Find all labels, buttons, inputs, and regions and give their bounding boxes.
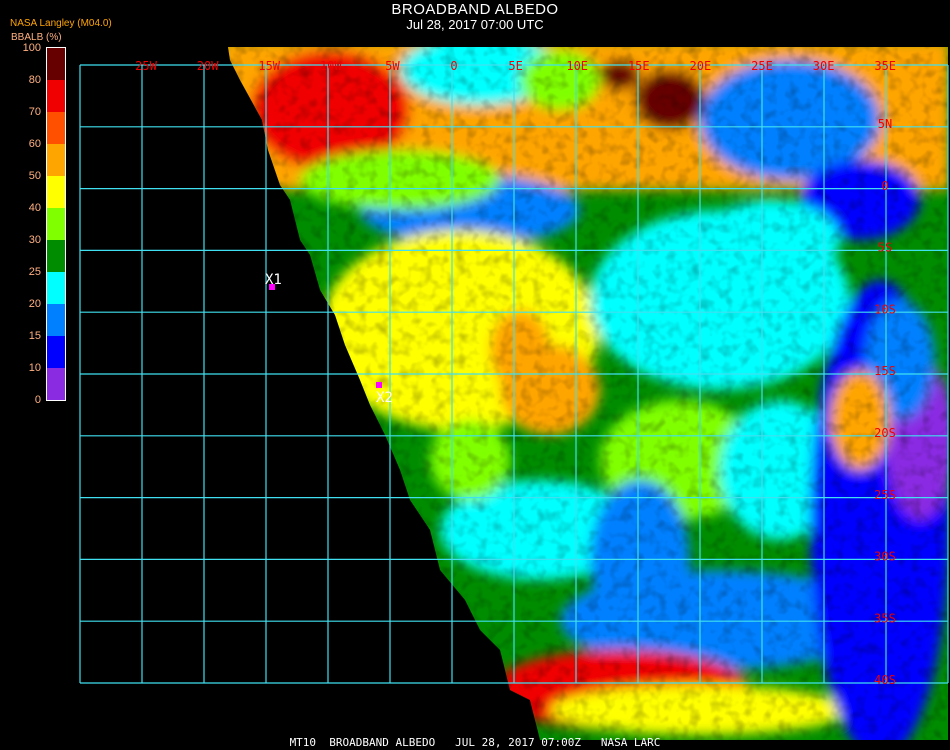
latitude-label: 30S xyxy=(874,550,896,564)
marker-x2-point[interactable] xyxy=(376,382,382,388)
latitude-label: 25S xyxy=(874,488,896,502)
longitude-label: 25E xyxy=(751,59,773,73)
longitude-label: 5E xyxy=(508,59,522,73)
albedo-map: 25W 20W 15W 10W 5W 0 5E 10E 15E 20E 25E 30E 35E 5N 0 5S… xyxy=(79,47,949,740)
marker-x1[interactable]: X1 xyxy=(265,272,282,290)
longitude-label: 15E xyxy=(628,59,650,73)
latitude-label: 0 xyxy=(881,179,888,193)
latitude-label: 10S xyxy=(874,302,896,316)
latitude-label: 20S xyxy=(874,426,896,440)
longitude-label: 10W xyxy=(320,59,342,73)
latitude-label: 15S xyxy=(874,364,896,378)
latitude-label: 35S xyxy=(874,611,896,625)
latitude-label: 5S xyxy=(878,241,892,255)
longitude-label: 15W xyxy=(258,59,280,73)
longitude-label: 30E xyxy=(813,59,835,73)
marker-x2-label: X2 xyxy=(376,390,393,406)
longitude-label: 20W xyxy=(197,59,219,73)
latitude-label: 5N xyxy=(878,117,892,131)
latitude-label: 40S xyxy=(874,673,896,687)
marker-x1-label: X1 xyxy=(265,272,282,288)
longitude-label: 20E xyxy=(690,59,712,73)
longitude-label: 25W xyxy=(135,59,157,73)
longitude-label: 5W xyxy=(385,59,400,73)
longitude-label: 10E xyxy=(566,59,588,73)
longitude-label: 35E xyxy=(874,59,896,73)
longitude-label: 0 xyxy=(450,59,457,73)
footer-caption: MT10 BROADBAND ALBEDO JUL 28, 2017 07:00… xyxy=(289,736,661,749)
